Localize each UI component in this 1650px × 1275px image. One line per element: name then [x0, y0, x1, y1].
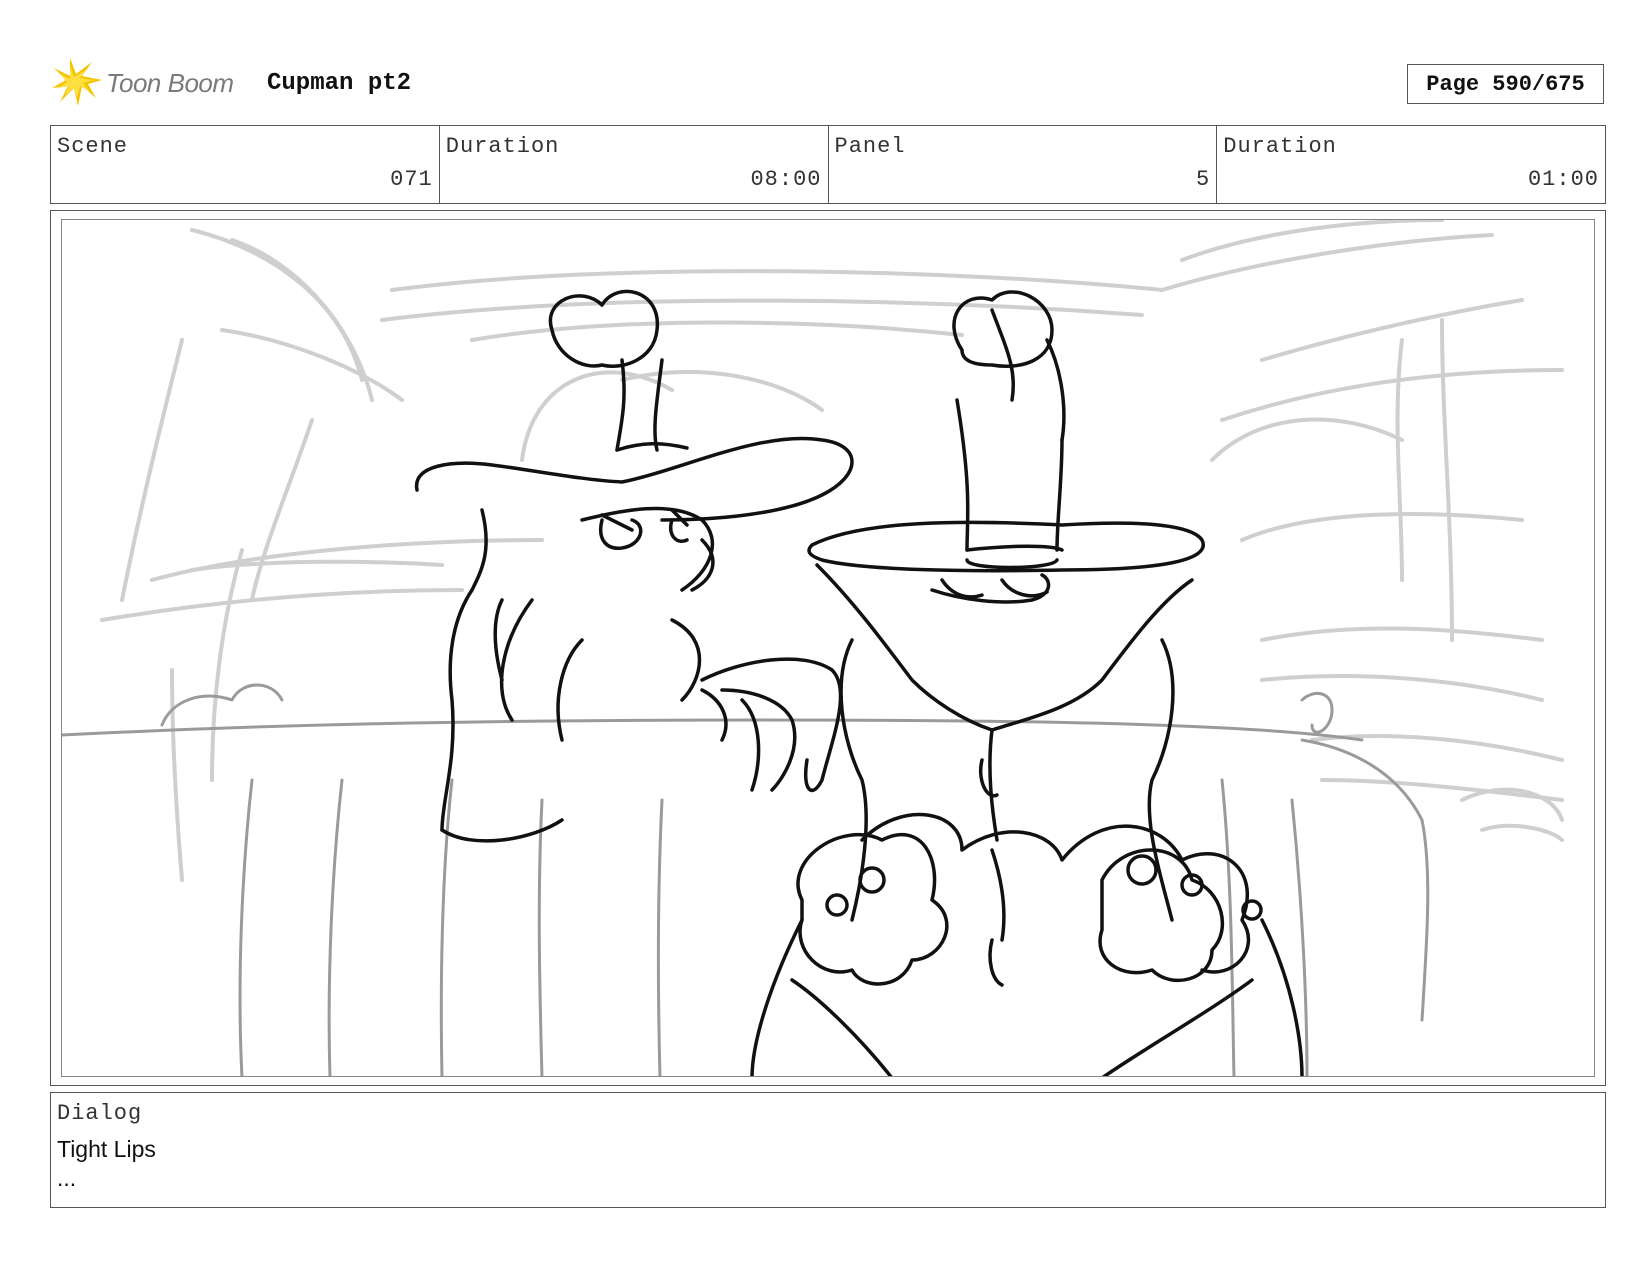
dialog-line-1: Tight Lips	[57, 1136, 156, 1162]
scene-duration-label: Duration	[445, 134, 560, 159]
panel-duration-cell: Duration 01:00	[1217, 126, 1605, 203]
project-title: Cupman pt2	[267, 70, 412, 97]
scene-duration-cell: Duration 08:00	[440, 126, 829, 203]
panel-label: Panel	[834, 134, 906, 159]
logo-wordmark: Toon Boom	[106, 67, 234, 98]
dialog-label: Dialog	[57, 1101, 143, 1126]
toon-boom-logo: Toon Boom	[52, 58, 234, 108]
scene-value: 071	[390, 167, 433, 192]
storyboard-panel-frame	[50, 210, 1606, 1086]
dialog-line-2: ...	[57, 1165, 77, 1191]
panel-duration-value: 01:00	[1527, 167, 1599, 192]
toon-boom-burst-icon	[52, 58, 102, 106]
panel-cell: Panel 5	[829, 126, 1218, 203]
scene-cell: Scene 071	[51, 126, 440, 203]
panel-info-row: Scene 071 Duration 08:00 Panel 5 Duratio…	[50, 125, 1606, 204]
panel-duration-label: Duration	[1223, 134, 1337, 159]
panel-value: 5	[1196, 167, 1211, 192]
dialog-box: Dialog Tight Lips ...	[50, 1092, 1606, 1208]
storyboard-panel-image	[61, 219, 1595, 1077]
page-indicator: Page 590/675	[1407, 64, 1604, 104]
scene-duration-value: 08:00	[750, 167, 822, 192]
scene-label: Scene	[57, 134, 129, 159]
